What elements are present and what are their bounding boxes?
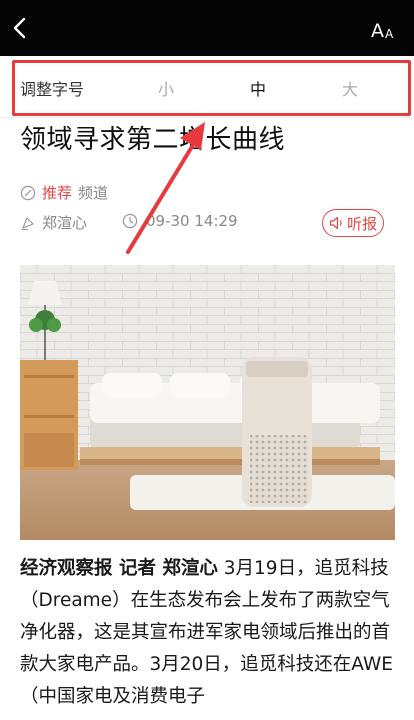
article-title: 领域寻求第二增长曲线 — [20, 125, 286, 155]
svg-text:A: A — [371, 20, 384, 42]
article-hero-image — [20, 265, 395, 540]
channel-tag[interactable]: 推荐 — [42, 182, 72, 203]
channel-row: 推荐 频道 — [20, 182, 108, 203]
clock-icon — [122, 213, 138, 229]
author-name: 郑渲心 — [42, 214, 88, 232]
article-source: 经济观察报 记者 郑渲心 — [20, 558, 218, 579]
article-body: 经济观察报 记者 郑渲心 3月19日，追觅科技（Dreame）在生态发布会上发布… — [20, 553, 396, 713]
listen-button[interactable]: 听报 — [322, 209, 384, 237]
svg-text:A: A — [385, 27, 394, 41]
channel-icon — [20, 185, 36, 200]
bedroom-purifier-illustration — [20, 265, 395, 540]
channel-label: 频道 — [78, 184, 109, 202]
top-bar: A A — [0, 0, 414, 56]
author-row: 郑渲心 — [20, 212, 87, 233]
annotation-highlight-box — [12, 60, 411, 116]
font-size-icon: A A — [371, 20, 394, 42]
speaker-icon — [329, 216, 342, 230]
font-size-button[interactable]: A A — [370, 16, 400, 42]
author-icon — [22, 216, 34, 230]
article-body-text: 3月19日，追觅科技（Dreame）在生态发布会上发布了两款空气净化器，这是其宣… — [20, 558, 393, 707]
publish-time: 09-30 14:29 — [146, 212, 238, 230]
back-button[interactable] — [8, 14, 34, 42]
publish-time-row: 09-30 14:29 — [122, 212, 238, 230]
chevron-left-icon — [13, 17, 26, 39]
listen-label: 听报 — [346, 214, 377, 233]
